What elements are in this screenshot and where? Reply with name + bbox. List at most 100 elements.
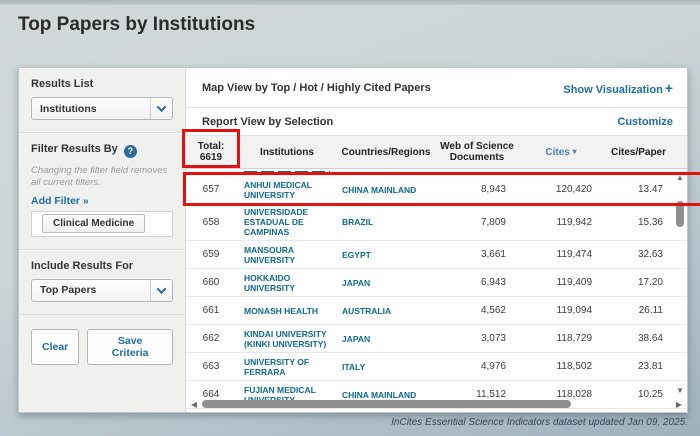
vertical-scrollbar[interactable]: ▲ ▼ [673,169,687,397]
institution-link[interactable]: MANSOURA UNIVERSITY [236,245,338,265]
cites-value: 118,729 [520,333,602,344]
cites-per-paper-value: 38.64 [602,333,675,344]
table-row: 663UNIVERSITY OF FERRARAITALY4,976118,50… [186,353,687,381]
filter-label: Filter Results By ? [31,143,173,158]
cites-header-label: Cites [545,147,569,158]
results-list-label: Results List [31,78,173,90]
cites-per-paper-value: 32.63 [602,249,675,260]
table-row: 661MONASH HEALTHAUSTRALIA4,562119,09426.… [186,297,687,325]
column-header-cites-sorted[interactable]: Cites ▾ [520,146,602,158]
results-list-dropdown[interactable]: Institutions [31,97,173,120]
table-row: 658UNIVERSIDADE ESTADUAL DE CAMPINASBRAZ… [186,204,687,241]
institution-link[interactable]: HOKKAIDO UNIVERSITY [236,273,338,293]
cites-value: 119,474 [520,249,602,260]
table-header: Total: 6619 Institutions Countries/Regio… [186,135,687,169]
country-link[interactable]: AUSTRALIA [338,306,434,316]
sidebar-buttons: Clear Save Criteria [19,315,185,379]
top-strip [0,0,700,5]
horizontal-scrollbar[interactable]: ◀ ▶ [188,398,685,410]
total-count-cell: Total: 6619 [186,141,236,163]
table-row: 660HOKKAIDO UNIVERSITYJAPAN6,943119,4091… [186,269,687,297]
results-list-value: Institutions [40,103,97,115]
total-label: Total: [198,141,224,152]
table-row: 659MANSOURA UNIVERSITYEGYPT3,661119,4743… [186,241,687,269]
chevron-down-icon [150,98,172,119]
chevron-down-icon [150,280,172,301]
filter-section: Filter Results By ? Changing the filter … [19,133,185,250]
sidebar: Results List Institutions Filter Results… [19,68,186,412]
row-rank: 659 [186,249,236,260]
row-rank: 661 [186,305,236,316]
page-title: Top Papers by Institutions [18,14,255,36]
country-link[interactable]: JAPAN [338,334,434,344]
customize-link[interactable]: Customize [617,116,673,128]
institution-link[interactable]: MONASH HEALTH [236,306,338,316]
institution-link[interactable]: UNIVERSITY OF FERRARA [236,357,338,377]
include-results-dropdown[interactable]: Top Papers [31,279,173,302]
wos-documents-value: 6,943 [434,277,520,288]
column-header-wos-documents[interactable]: Web of Science Documents [434,141,520,163]
column-header-countries[interactable]: Countries/Regions [338,147,434,158]
total-value: 6619 [200,152,222,163]
wos-documents-value: 7,809 [434,217,520,228]
institution-link[interactable]: KINDAI UNIVERSITY (KINKI UNIVERSITY) [236,329,338,349]
clinical-medicine-filter-chip[interactable]: Clinical Medicine [42,214,145,233]
wos-documents-value: 3,661 [434,249,520,260]
row-rank: 657 [186,184,236,195]
cites-value: 119,409 [520,277,602,288]
horizontal-scrollbar-track[interactable] [200,399,673,409]
wos-documents-value: 8,943 [434,184,520,195]
scroll-left-icon[interactable]: ◀ [188,400,200,409]
cites-per-paper-value: 15.36 [602,217,675,228]
country-link[interactable]: JAPAN [338,278,434,288]
map-view-title: Map View by Top / Hot / Highly Cited Pap… [202,82,431,94]
cites-per-paper-value: 13.47 [602,184,675,195]
scroll-up-icon[interactable]: ▲ [675,173,685,182]
table-row: 662KINDAI UNIVERSITY (KINKI UNIVERSITY)J… [186,325,687,353]
horizontal-scrollbar-thumb[interactable] [202,400,571,408]
plus-icon: + [665,80,673,96]
wos-documents-value: 3,073 [434,333,520,344]
column-header-cites-per-paper[interactable]: Cites/Paper [602,147,675,158]
scroll-down-icon[interactable]: ▼ [675,386,685,395]
cites-value: 119,094 [520,305,602,316]
institution-link[interactable]: UNIVERSIDADE ESTADUAL DE CAMPINAS [236,207,338,237]
include-results-value: Top Papers [40,284,96,296]
country-link[interactable]: ITALY [338,362,434,372]
cites-value: 118,502 [520,361,602,372]
row-rank: 662 [186,333,236,344]
country-link[interactable]: EGYPT [338,250,434,260]
map-view-bar: Map View by Top / Hot / Highly Cited Pap… [186,68,687,108]
sort-down-icon: ▾ [573,147,577,156]
partial-row-clipped [186,169,687,176]
institution-link[interactable]: ANHUI MEDICAL UNIVERSITY [236,180,338,200]
active-filter-box: Clinical Medicine [31,211,173,237]
cites-value: 120,420 [520,184,602,195]
dataset-update-note: InCites Essential Science Indicators dat… [391,417,688,428]
clear-button[interactable]: Clear [31,329,79,365]
row-rank: 660 [186,277,236,288]
save-criteria-button[interactable]: Save Criteria [87,329,173,365]
main-panel: Map View by Top / Hot / Highly Cited Pap… [186,68,687,412]
help-icon[interactable]: ? [124,145,137,158]
scroll-right-icon[interactable]: ▶ [673,400,685,409]
column-header-institutions[interactable]: Institutions [236,147,338,158]
cites-per-paper-value: 17.20 [602,277,675,288]
report-view-bar: Report View by Selection Customize [186,108,687,135]
add-filter-link[interactable]: Add Filter » [31,195,173,207]
country-link[interactable]: CHINA MAINLAND [338,185,434,195]
report-view-title: Report View by Selection [202,116,333,128]
filter-label-text: Filter Results By [31,143,118,155]
content-card: Results List Institutions Filter Results… [18,67,688,413]
include-results-label: Include Results For [31,260,173,272]
show-visualization-link[interactable]: Show Visualization+ [563,80,673,96]
wos-documents-value: 4,976 [434,361,520,372]
cites-value: 119,942 [520,217,602,228]
results-list-section: Results List Institutions [19,68,185,133]
cites-per-paper-value: 23.81 [602,361,675,372]
vertical-scrollbar-thumb[interactable] [676,201,684,227]
show-visualization-label: Show Visualization [563,84,662,96]
partial-row-clipped-text [244,171,330,174]
include-results-section: Include Results For Top Papers [19,250,185,315]
country-link[interactable]: BRAZIL [338,217,434,227]
